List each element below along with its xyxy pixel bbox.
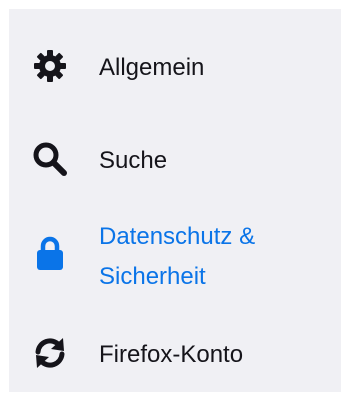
sidebar-item-label-line-1: Datenschutz & [99, 223, 256, 250]
lock-icon [30, 233, 70, 273]
sidebar-item-general[interactable]: Allgemein [9, 44, 341, 94]
sidebar-item-sync[interactable]: Firefox-Konto [9, 331, 341, 381]
sidebar-item-label-line-2: Sicherheit [99, 263, 206, 290]
sidebar-item-label: Datenschutz & Sicherheit [99, 217, 255, 297]
sidebar-item-search[interactable]: Suche [9, 137, 341, 187]
preferences-sidebar: Allgemein Suche Datenschutz & Sicherheit [9, 9, 341, 392]
search-icon [30, 139, 70, 179]
sidebar-item-label: Allgemein [99, 54, 205, 81]
gear-icon [30, 46, 70, 86]
sidebar-item-privacy-security[interactable]: Datenschutz & Sicherheit [9, 213, 341, 307]
sidebar-item-label: Firefox-Konto [99, 341, 244, 368]
sync-icon [30, 333, 70, 373]
sidebar-item-label: Suche [99, 147, 168, 174]
